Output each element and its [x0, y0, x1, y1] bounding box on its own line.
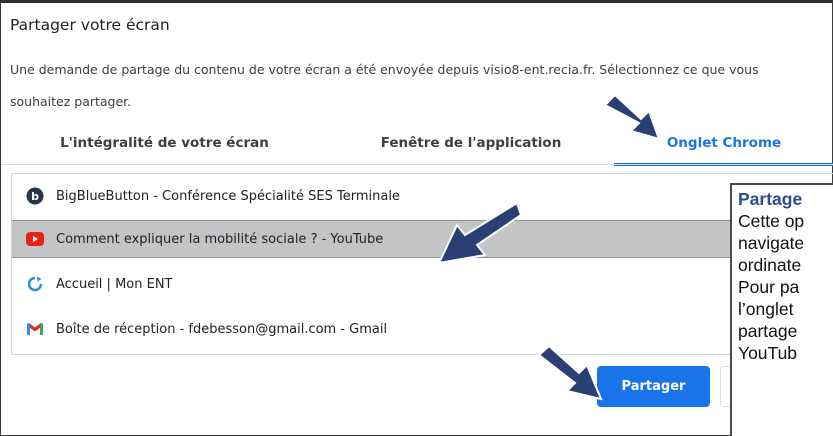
list-item[interactable]: b BigBlueButton - Conférence Spécialité …	[12, 177, 833, 215]
callout-line: ordinate	[738, 255, 802, 275]
tab-application-window[interactable]: Fenêtre de l'application	[328, 123, 614, 163]
list-item-label: Boîte de réception - fdebesson@gmail.com…	[56, 321, 388, 337]
bigbluebutton-icon: b	[25, 186, 45, 206]
youtube-icon	[25, 229, 45, 249]
dialog-description: Une demande de partage du contenu de vot…	[10, 62, 759, 109]
callout-line: partage	[738, 321, 798, 341]
tab-bar: L'intégralité de votre écran Fenêtre de …	[1, 123, 833, 166]
dialog-title: Partager votre écran	[10, 16, 170, 34]
callout-line: l’onglet	[738, 299, 794, 319]
share-screen-dialog: Partager votre écran Une demande de part…	[0, 0, 833, 436]
callout-line: Pour pa	[738, 277, 800, 297]
instruction-callout: Partage Cette op navigate ordinate Pour …	[730, 183, 833, 436]
tab-divider	[1, 164, 833, 165]
list-item[interactable]: Boîte de réception - fdebesson@gmail.com…	[12, 310, 833, 348]
callout-line: navigate	[738, 233, 805, 253]
callout-title: Partage	[738, 189, 803, 209]
gmail-icon	[25, 319, 45, 339]
list-item-label: Accueil | Mon ENT	[56, 276, 173, 292]
callout-line: YouTub	[738, 343, 798, 363]
list-item[interactable]: Accueil | Mon ENT	[12, 265, 833, 303]
list-item-label: BigBlueButton - Conférence Spécialité SE…	[56, 188, 400, 204]
chrome-tab-list: b BigBlueButton - Conférence Spécialité …	[11, 173, 833, 355]
list-item-label: Comment expliquer la mobilité sociale ? …	[56, 231, 384, 247]
annotation-arrow-row	[437, 201, 523, 265]
ent-icon	[25, 274, 45, 294]
annotation-arrow-button	[537, 344, 603, 401]
share-button[interactable]: Partager	[597, 366, 710, 407]
list-item-selected[interactable]: Comment expliquer la mobilité sociale ? …	[12, 220, 833, 258]
callout-line: Cette op	[738, 211, 805, 231]
svg-text:b: b	[31, 190, 39, 203]
tab-entire-screen[interactable]: L'intégralité de votre écran	[1, 123, 328, 163]
annotation-arrow-tab	[603, 93, 661, 141]
